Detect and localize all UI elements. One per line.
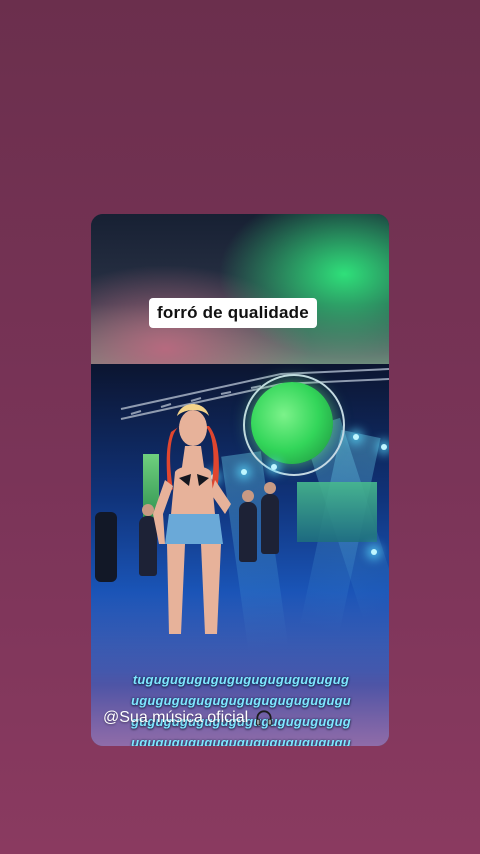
video-frame[interactable]: tugugugugugugugugugugugugugugugugugugugu… [91, 364, 389, 746]
musician [239, 490, 257, 562]
led-screen-right [297, 482, 377, 542]
dancer [153, 404, 231, 634]
caption-sticker: forró de qualidade [149, 298, 317, 328]
music-credit[interactable]: @Sua música oficial [103, 708, 274, 728]
caption-text: forró de qualidade [157, 303, 309, 322]
green-globe [251, 382, 333, 464]
stage-light [271, 464, 277, 470]
stage-light [381, 444, 387, 450]
stage-light [353, 434, 359, 440]
credit-text: @Sua música oficial [103, 709, 249, 726]
story-card[interactable]: forró de qualidade tugugugugugugugugugug… [91, 214, 389, 746]
stage-light [371, 549, 377, 555]
stage-light [241, 469, 247, 475]
headphones-icon [256, 710, 273, 726]
musician [261, 482, 279, 554]
caption-background: forró de qualidade [91, 214, 389, 364]
cameraman [95, 512, 117, 582]
